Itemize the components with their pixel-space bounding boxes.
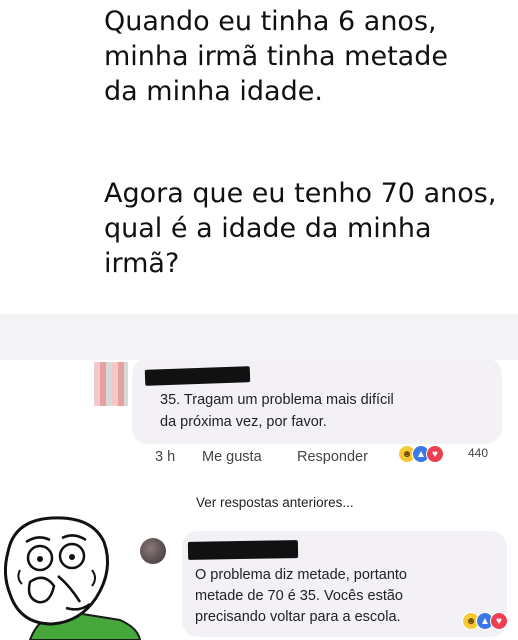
like-button[interactable]: Me gusta <box>202 449 262 465</box>
question-part-1: Quando eu tinha 6 anos, minha irmã tinha… <box>104 4 514 109</box>
avatar[interactable] <box>140 538 166 564</box>
comment-text: O problema diz metade, portanto metade d… <box>195 565 495 628</box>
reaction-icons[interactable]: ☻ ▲ ♥ <box>462 612 508 630</box>
comment-line: O problema diz metade, portanto <box>195 567 407 583</box>
question-line: minha irmã tinha metade <box>104 41 448 72</box>
question-line: Quando eu tinha 6 anos, <box>104 6 437 37</box>
love-icon: ♥ <box>426 445 444 463</box>
question-line: da minha idade. <box>104 76 323 107</box>
comment-line: precisando voltar para a escola. <box>195 609 401 625</box>
comments-header-strip <box>0 314 518 360</box>
reply-button[interactable]: Responder <box>297 449 368 465</box>
question-line: qual é a idade da minha <box>104 213 432 244</box>
reaction-count[interactable]: 440 <box>468 446 488 460</box>
question-line: irmã? <box>104 248 180 279</box>
question-line: Agora que eu tenho 70 anos, <box>104 178 497 209</box>
love-icon: ♥ <box>490 612 508 630</box>
comment-line: da próxima vez, por favor. <box>160 414 327 430</box>
question-part-2: Agora que eu tenho 70 anos, qual é a ida… <box>104 176 514 281</box>
avatar[interactable] <box>94 362 128 406</box>
meme-face-icon <box>3 516 142 640</box>
comment-line: metade de 70 é 35. Vocês estão <box>195 588 403 604</box>
comment-text: 35. Tragam um problema mais difícil da p… <box>160 389 490 433</box>
redacted-name <box>187 540 299 560</box>
comment-time[interactable]: 3 h <box>155 449 175 465</box>
reaction-icons[interactable]: ☻ ▲ ♥ <box>398 445 444 463</box>
comment-line: 35. Tragam um problema mais difícil <box>160 392 394 408</box>
view-previous-replies-link[interactable]: Ver respostas anteriores... <box>196 495 354 510</box>
